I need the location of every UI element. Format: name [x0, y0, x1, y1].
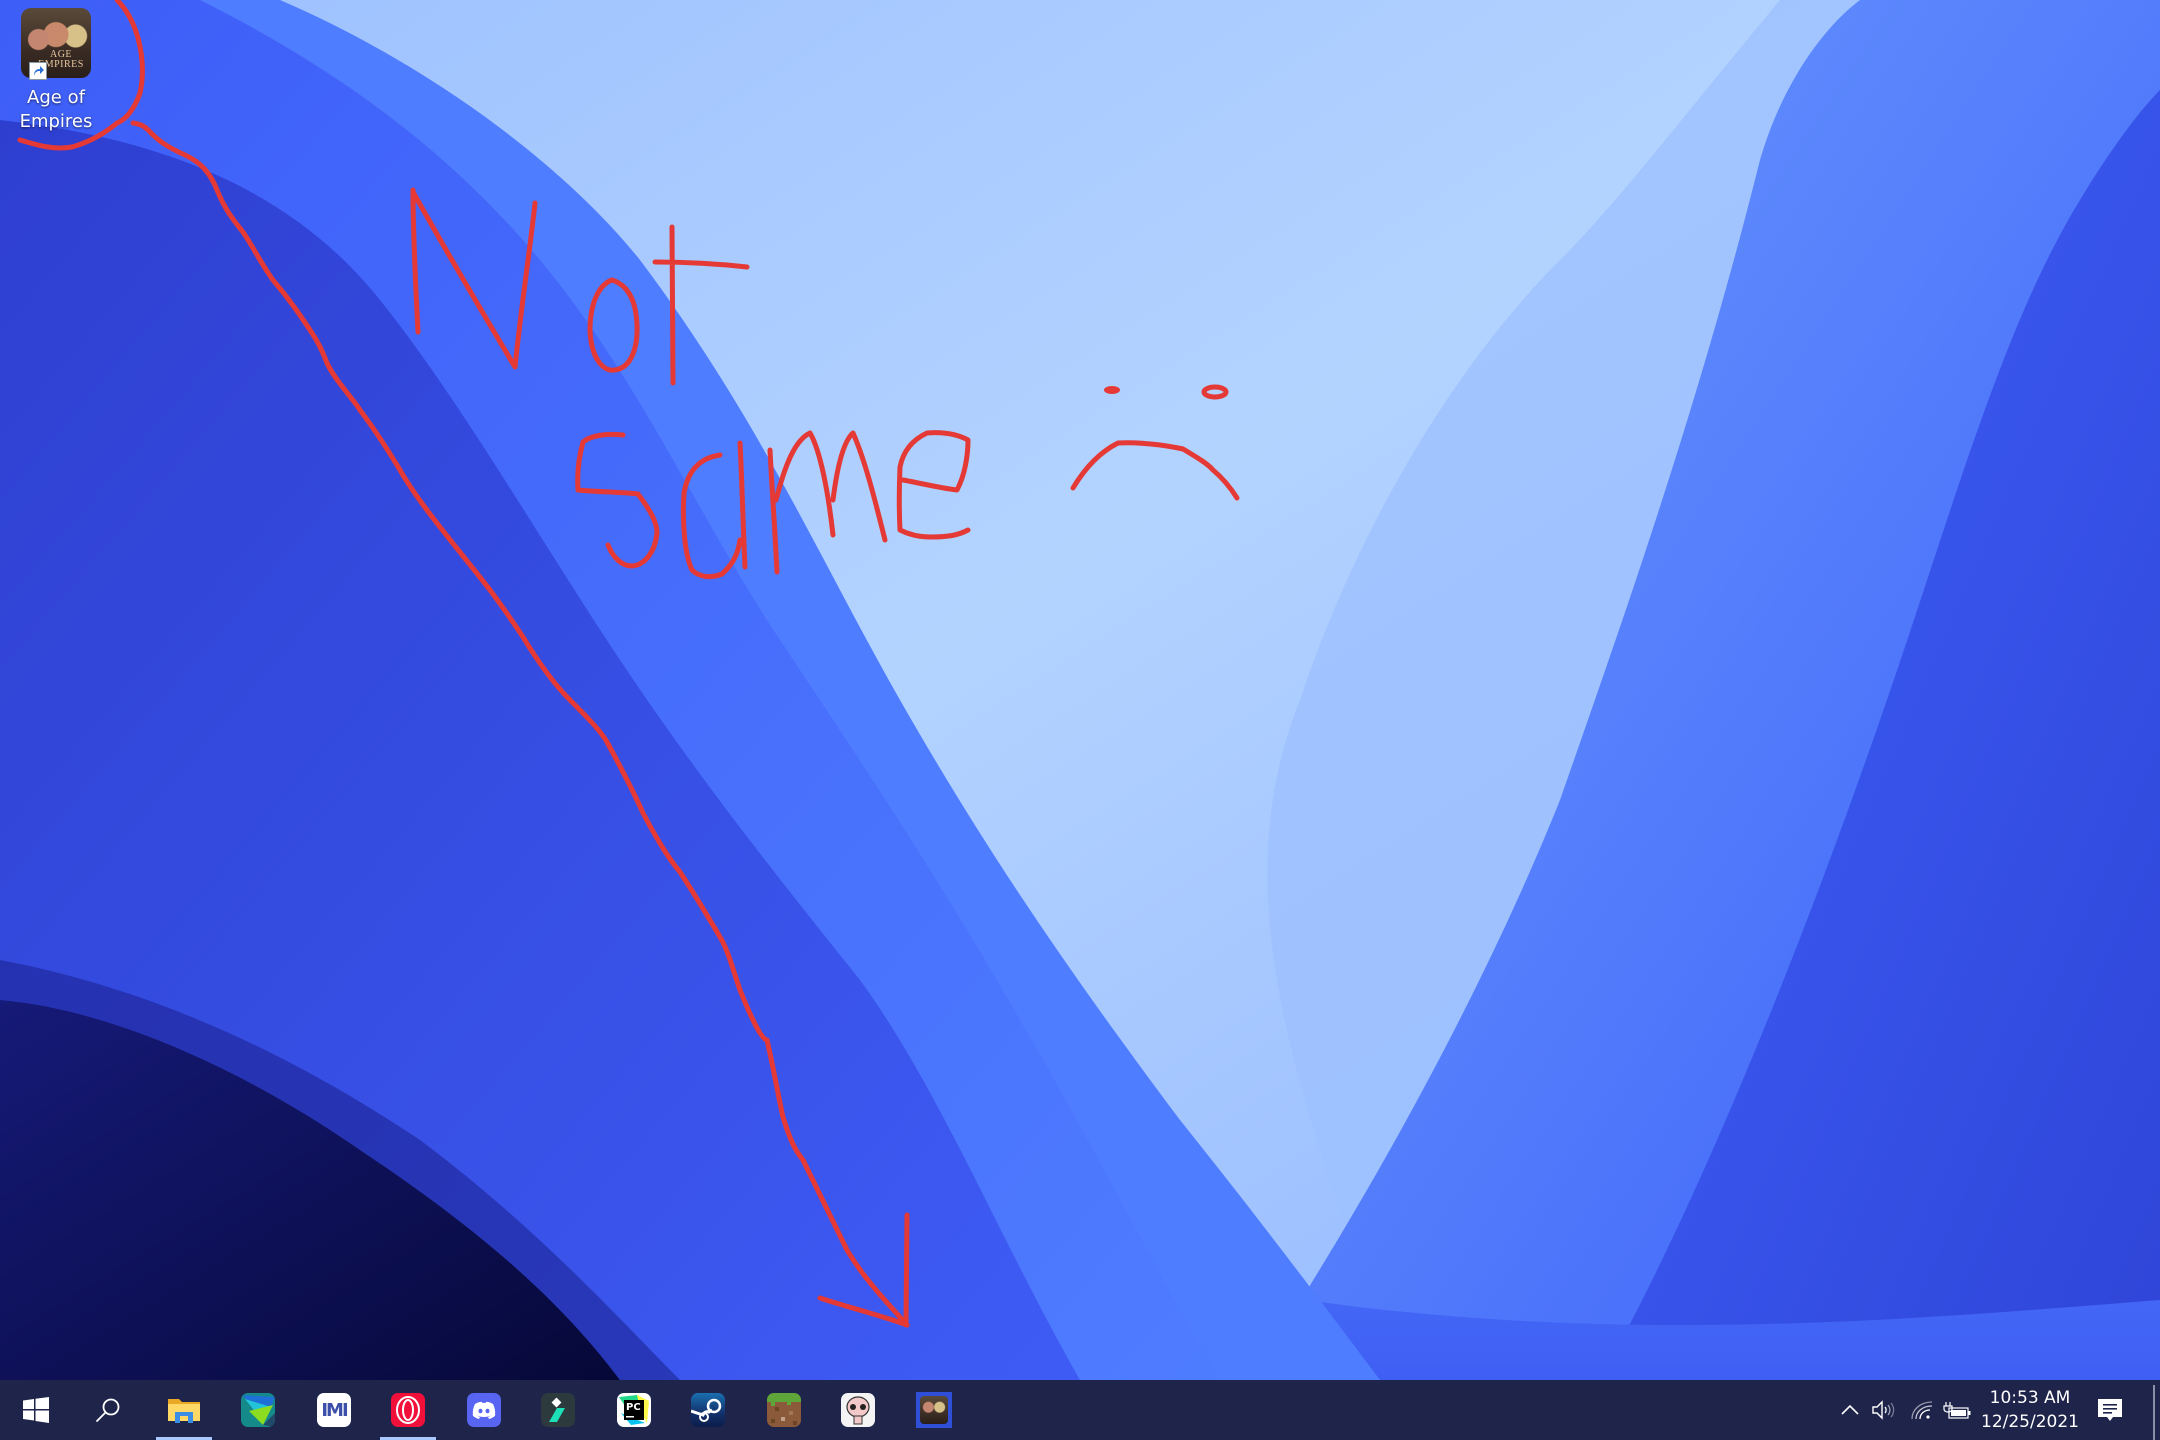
clock-date: 12/25/2021: [1981, 1412, 2079, 1432]
search-button[interactable]: [72, 1380, 144, 1440]
desktop-wallpaper: [0, 0, 2160, 1380]
desktop-icon-age-of-empires[interactable]: AGE EMPIRES Age of Empires: [10, 4, 102, 134]
desktop-icon-label: Age of Empires: [10, 86, 102, 134]
taskbar-app-steam[interactable]: [672, 1380, 744, 1440]
isaac-icon: [841, 1393, 875, 1427]
show-desktop-button[interactable]: [2150, 1380, 2160, 1440]
battery-charging-icon: [1943, 1402, 1971, 1419]
notification-icon: [2098, 1399, 2122, 1421]
pycharm-icon: PC: [617, 1393, 651, 1427]
clock[interactable]: 10:53 AM 12/25/2021: [1970, 1380, 2090, 1440]
opera-icon: [391, 1393, 425, 1427]
label-line-1: Age of: [27, 87, 85, 108]
action-center-button[interactable]: [2092, 1380, 2128, 1440]
taskbar-app-isaac[interactable]: [822, 1380, 894, 1440]
m-app-glyph: IMI: [321, 1399, 348, 1421]
highlight-box: [916, 1392, 952, 1428]
chevron-up-icon: [1841, 1404, 1859, 1415]
shortcut-arrow-icon: [29, 62, 47, 80]
taskbar-app-discord[interactable]: [448, 1380, 520, 1440]
taskbar-app-file-explorer[interactable]: [148, 1380, 220, 1440]
colorful-app-icon: [241, 1393, 275, 1427]
taskbar-app-minecraft[interactable]: [748, 1380, 820, 1440]
wifi-icon: [1911, 1401, 1933, 1420]
network-button[interactable]: [1906, 1380, 1938, 1440]
file-explorer-icon: [168, 1399, 200, 1423]
volume-button[interactable]: [1868, 1380, 1900, 1440]
battery-button[interactable]: [1940, 1380, 1974, 1440]
windows-logo-icon: [23, 1397, 49, 1423]
show-hidden-icons-button[interactable]: [1836, 1380, 1864, 1440]
age-of-empires-icon: [920, 1396, 948, 1424]
taskbar-app-age-of-empires[interactable]: [898, 1380, 970, 1440]
steam-icon: [691, 1393, 725, 1427]
taskbar-app-m[interactable]: IMI: [298, 1380, 370, 1440]
m-app-icon: IMI: [317, 1393, 351, 1427]
search-icon: [96, 1398, 120, 1422]
pycharm-glyph: PC: [626, 1402, 641, 1413]
taskbar-app-filmora[interactable]: [522, 1380, 594, 1440]
taskbar: IMI PC 10:53 AM 12/25/2021: [0, 1380, 2160, 1440]
start-button[interactable]: [0, 1380, 72, 1440]
filmora-icon: [541, 1393, 575, 1427]
label-line-2: Empires: [19, 111, 93, 132]
minecraft-icon: [767, 1393, 801, 1427]
taskbar-app-opera[interactable]: [372, 1380, 444, 1440]
clock-time: 10:53 AM: [1989, 1388, 2071, 1408]
discord-icon: [467, 1393, 501, 1427]
taskbar-app-pycharm[interactable]: PC: [598, 1380, 670, 1440]
taskbar-app-colorful[interactable]: [222, 1380, 294, 1440]
show-desktop-divider: [2153, 1385, 2155, 1440]
speaker-icon: [1872, 1400, 1895, 1420]
